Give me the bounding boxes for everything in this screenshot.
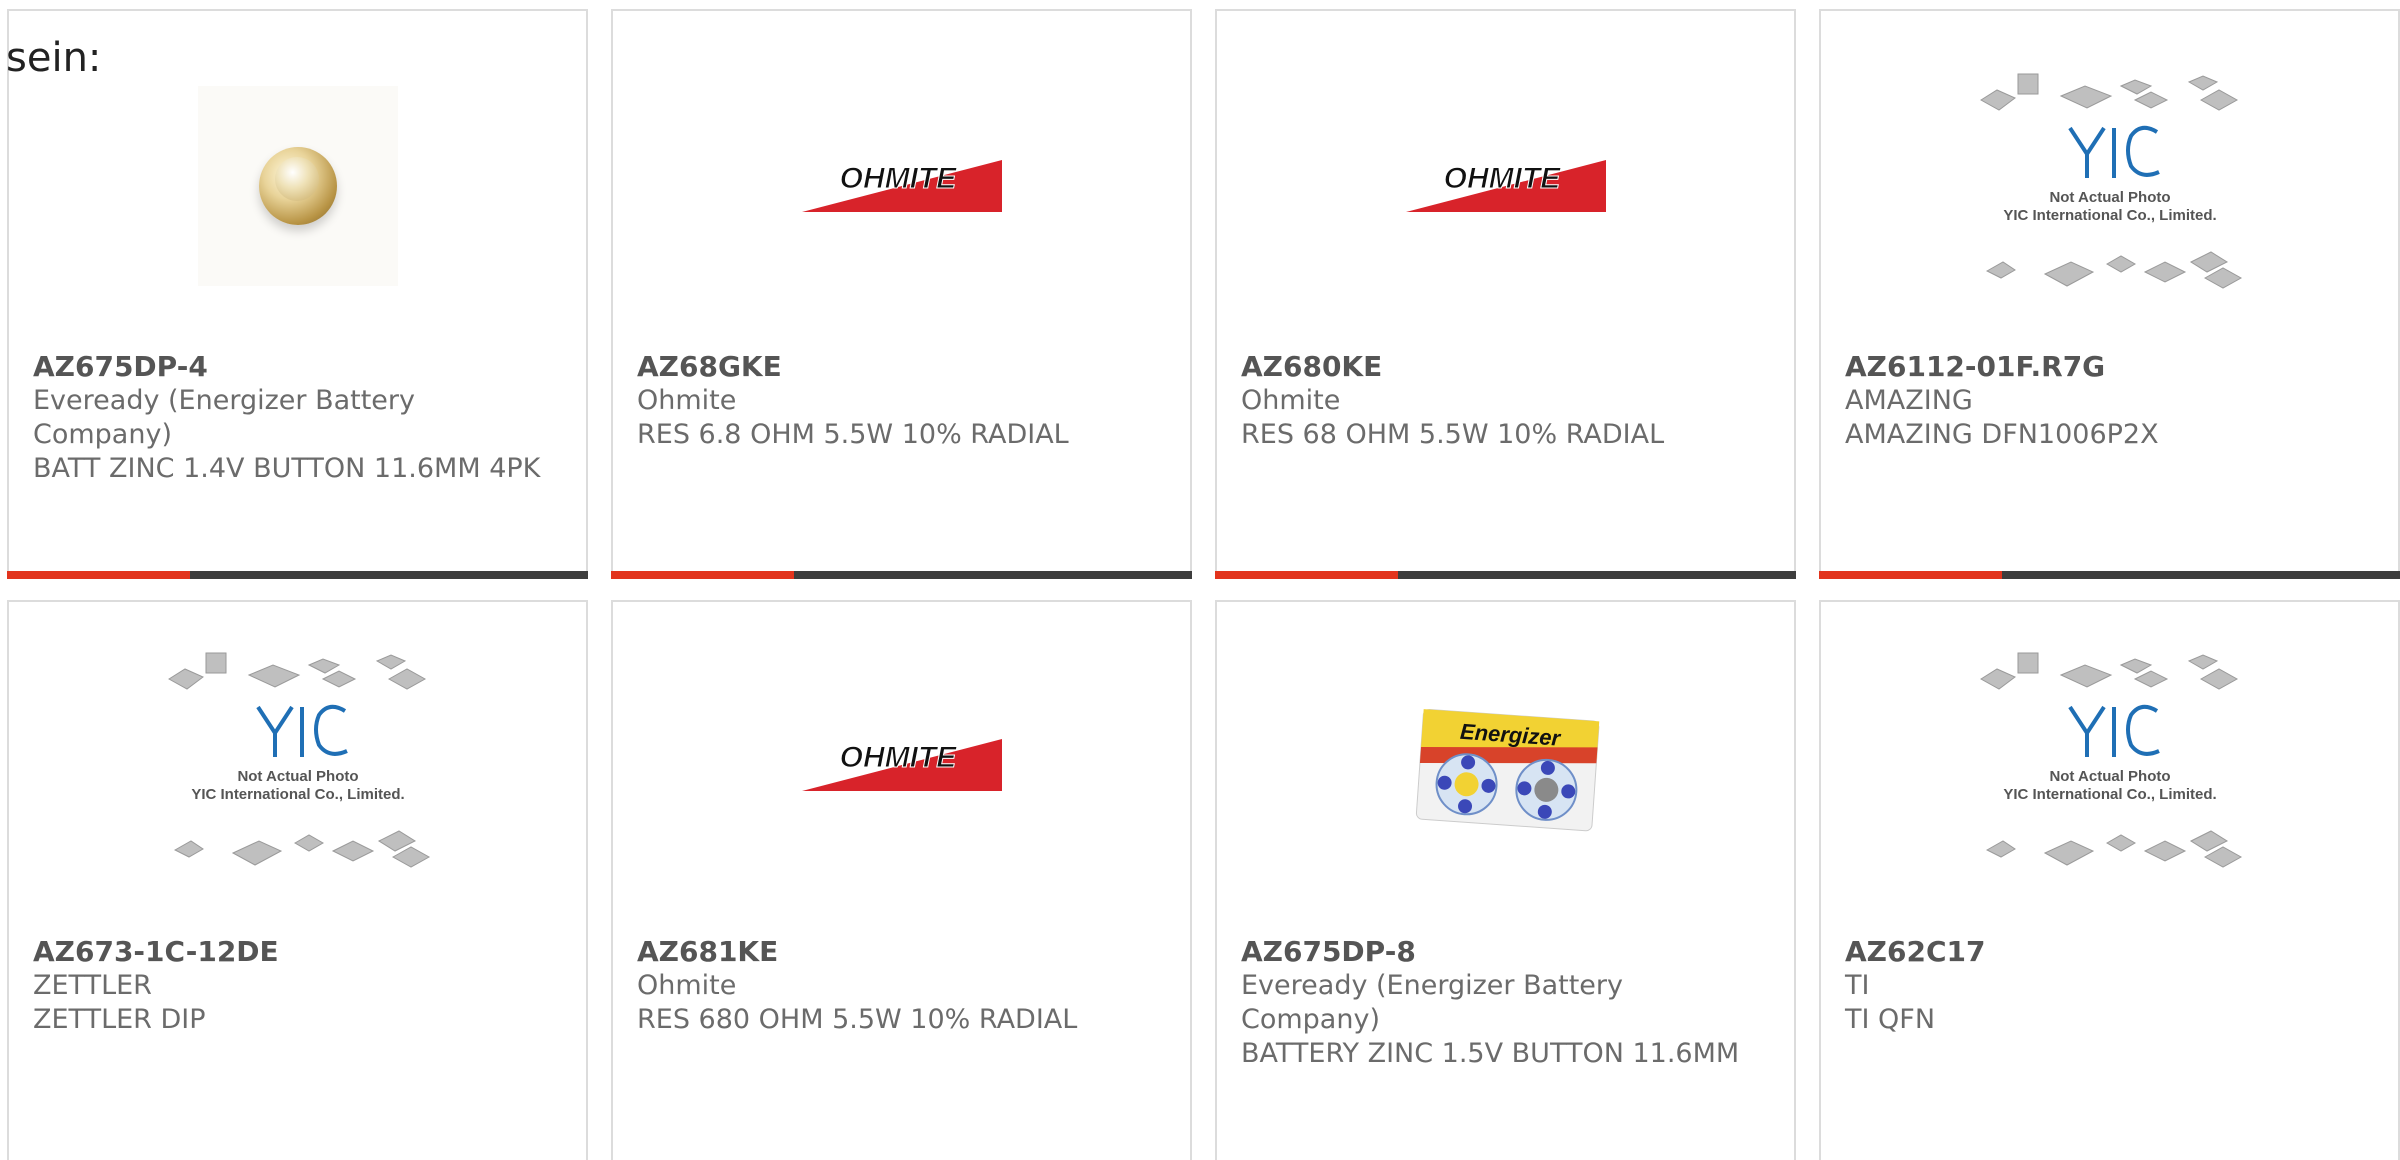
yic-caption-line2: YIC International Co., Limited. [2003,786,2216,803]
card-footer-bar [611,571,1192,579]
part-number[interactable]: AZ675DP-8 [1241,935,1764,969]
manufacturer: ZETTLER [33,970,152,1001]
description: ZETTLER DIP [33,1004,206,1035]
product-image[interactable]: OHMITE [613,660,1190,870]
description: RES 68 OHM 5.5W 10% RADIAL [1241,419,1665,450]
yic-caption-line1: Not Actual Photo [2049,768,2170,785]
product-card[interactable]: Not Actual Photo YIC International Co., … [1819,600,2400,1160]
energizer-pack-photo: Energizer [1405,665,1606,865]
product-card[interactable]: Not Actual Photo YIC International Co., … [7,600,588,1160]
product-card[interactable]: OHMITE AZ681KE Ohmite RES 680 OHM 5.5W 1… [611,600,1192,1160]
product-card[interactable]: OHMITE AZ68GKE Ohmite RES 6.8 OHM 5.5W 1… [611,9,1192,579]
product-image[interactable]: Not Actual Photo YIC International Co., … [1821,73,2398,291]
manufacturer: Eveready (Energizer Battery Company) [1241,970,1623,1035]
product-image[interactable] [9,81,586,291]
manufacturer: Ohmite [637,385,737,416]
yic-caption-line1: Not Actual Photo [2049,189,2170,206]
ohmite-logo-text: OHMITE [839,162,957,195]
product-image[interactable]: OHMITE [613,81,1190,291]
manufacturer: Ohmite [637,970,737,1001]
part-number[interactable]: AZ68GKE [637,350,1160,384]
description: AMAZING DFN1006P2X [1845,419,2159,450]
product-image[interactable]: OHMITE [1217,81,1794,291]
manufacturer: Ohmite [1241,385,1341,416]
description: RES 680 OHM 5.5W 10% RADIAL [637,1004,1078,1035]
yic-caption-line2: YIC International Co., Limited. [191,786,404,803]
description: BATT ZINC 1.4V BUTTON 11.6MM 4PK [33,453,541,484]
ohmite-logo: OHMITE [801,739,1002,791]
manufacturer: AMAZING [1845,385,1973,416]
button-battery-photo [197,86,398,286]
yic-caption-line1: Not Actual Photo [237,768,358,785]
part-number[interactable]: AZ62C17 [1845,935,2368,969]
yic-placeholder-image: Not Actual Photo YIC International Co., … [1979,652,2242,868]
manufacturer: Eveready (Energizer Battery Company) [33,385,415,450]
product-card[interactable]: Not Actual Photo YIC International Co., … [1819,9,2400,579]
yic-placeholder-image: Not Actual Photo YIC International Co., … [1979,73,2242,289]
product-grid: AZ675DP-4 Eveready (Energizer Battery Co… [0,0,2400,1160]
page-label: sein: [6,35,102,81]
ohmite-logo-text: OHMITE [839,741,957,774]
product-card[interactable]: Energizer AZ675DP-8 Eveready (Energizer … [1215,600,1796,1160]
ohmite-logo: OHMITE [1405,160,1606,212]
product-image[interactable]: Not Actual Photo YIC International Co., … [1821,652,2398,870]
product-card[interactable]: AZ675DP-4 Eveready (Energizer Battery Co… [7,9,588,579]
yic-caption-line2: YIC International Co., Limited. [2003,207,2216,224]
product-image[interactable]: Energizer [1217,660,1794,870]
card-footer-bar [7,571,588,579]
yic-placeholder-image: Not Actual Photo YIC International Co., … [167,652,430,868]
description: TI QFN [1845,1004,1936,1035]
product-image[interactable]: Not Actual Photo YIC International Co., … [9,652,586,870]
part-number[interactable]: AZ680KE [1241,350,1764,384]
part-number[interactable]: AZ675DP-4 [33,350,556,384]
ohmite-logo-text: OHMITE [1443,162,1561,195]
card-footer-bar [1819,571,2400,579]
manufacturer: TI [1845,970,1870,1001]
description: RES 6.8 OHM 5.5W 10% RADIAL [637,419,1069,450]
product-card[interactable]: OHMITE AZ680KE Ohmite RES 68 OHM 5.5W 10… [1215,9,1796,579]
card-footer-bar [1215,571,1796,579]
ohmite-logo: OHMITE [801,160,1002,212]
part-number[interactable]: AZ6112-01F.R7G [1845,350,2368,384]
description: BATTERY ZINC 1.5V BUTTON 11.6MM [1241,1038,1740,1069]
part-number[interactable]: AZ681KE [637,935,1160,969]
part-number[interactable]: AZ673-1C-12DE [33,935,556,969]
